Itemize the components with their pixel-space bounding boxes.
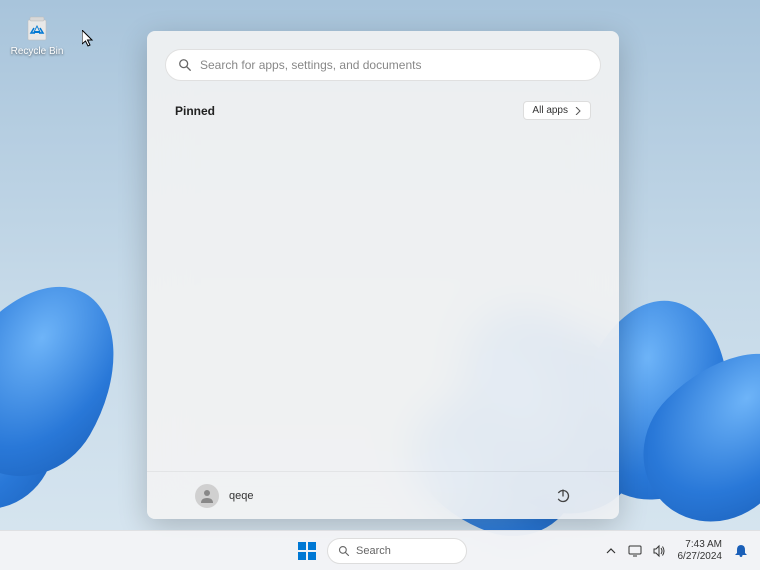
chevron-up-icon xyxy=(606,546,616,556)
power-button[interactable] xyxy=(547,480,579,512)
all-apps-button[interactable]: All apps xyxy=(523,101,591,120)
notification-icon xyxy=(734,544,748,558)
tray-overflow-button[interactable] xyxy=(600,537,622,565)
search-icon xyxy=(178,58,192,72)
recycle-bin-desktop-icon[interactable]: Recycle Bin xyxy=(8,6,66,59)
tray-monitor-button[interactable] xyxy=(624,537,646,565)
start-menu-search[interactable] xyxy=(165,49,601,81)
notification-center-button[interactable] xyxy=(730,537,752,565)
user-account-button[interactable]: qeqe xyxy=(187,480,261,512)
search-icon xyxy=(338,545,350,557)
monitor-icon xyxy=(628,544,642,558)
taskbar-time: 7:43 AM xyxy=(678,539,723,551)
chevron-right-icon xyxy=(574,107,582,115)
recycle-bin-label: Recycle Bin xyxy=(10,46,64,57)
mouse-cursor xyxy=(82,30,96,48)
taskbar-date: 6/27/2024 xyxy=(678,551,723,563)
recycle-bin-icon xyxy=(21,12,53,44)
user-name-label: qeqe xyxy=(229,490,253,502)
start-menu: Pinned All apps qeqe xyxy=(147,31,619,519)
start-button[interactable] xyxy=(293,537,321,565)
taskbar-search-label: Search xyxy=(356,545,391,557)
power-icon xyxy=(555,488,571,504)
tray-volume-button[interactable] xyxy=(648,537,670,565)
avatar-icon xyxy=(195,484,219,508)
pinned-section-title: Pinned xyxy=(175,104,215,118)
taskbar-datetime[interactable]: 7:43 AM 6/27/2024 xyxy=(672,539,729,563)
all-apps-label: All apps xyxy=(532,105,568,116)
taskbar: Search 7:43 AM 6/27/2024 xyxy=(0,530,760,570)
taskbar-search[interactable]: Search xyxy=(327,538,467,564)
start-menu-search-input[interactable] xyxy=(200,58,588,72)
start-icon xyxy=(298,542,316,560)
speaker-icon xyxy=(652,544,666,558)
